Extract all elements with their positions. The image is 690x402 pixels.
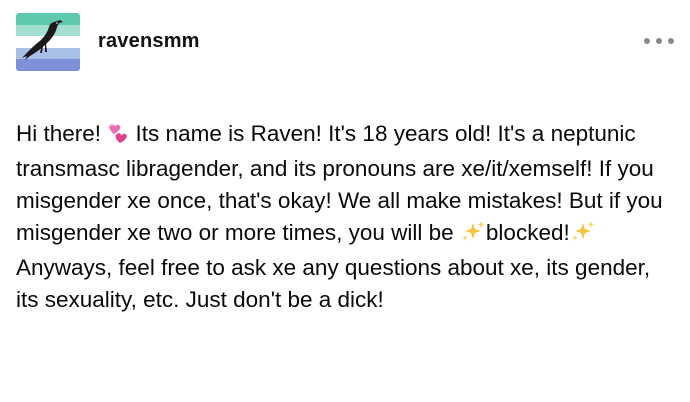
ellipsis-icon (668, 38, 674, 44)
two-hearts-icon (107, 121, 129, 153)
post-card: ravensmm Hi there! Its name is Raven! It… (0, 0, 690, 402)
username[interactable]: ravensmm (98, 30, 200, 53)
post-text-closing: Anyways, feel free to ask xe any questio… (16, 255, 651, 312)
avatar[interactable] (16, 13, 80, 71)
post-paragraph: Hi there! Its name is Raven! It's 18 yea… (16, 118, 676, 316)
sparkles-icon (460, 219, 486, 252)
sparkles-icon (570, 219, 596, 252)
post-body: Hi there! Its name is Raven! It's 18 yea… (16, 118, 676, 316)
more-options-button[interactable] (644, 33, 674, 49)
raven-avatar-icon (16, 13, 80, 71)
post-text-blocked: blocked! (485, 220, 570, 245)
post-text-intro: Hi there! (16, 121, 108, 146)
ellipsis-icon (644, 38, 650, 44)
post-header: ravensmm (16, 13, 676, 71)
ellipsis-icon (656, 38, 662, 44)
